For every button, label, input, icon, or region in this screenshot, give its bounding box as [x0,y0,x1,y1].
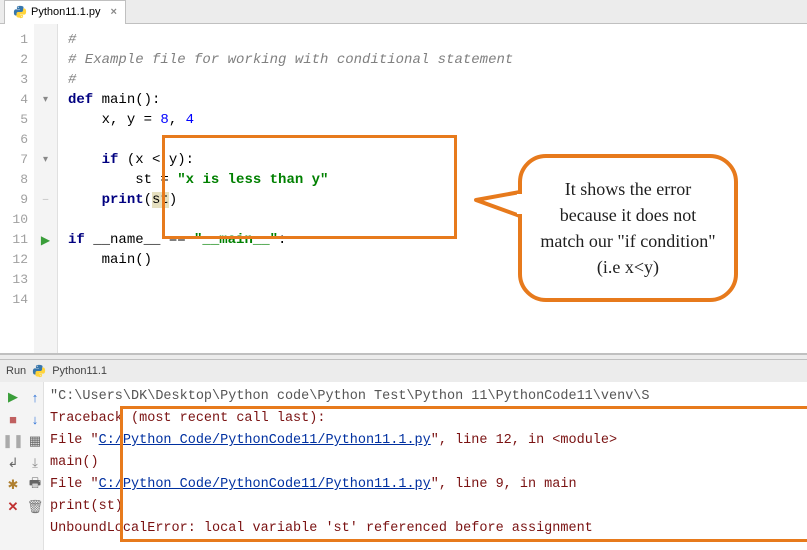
stop-button[interactable]: ■ [4,410,22,428]
traceback-code: main() [50,452,801,474]
traceback-line: File "C:/Python Code/PythonCode11/Python… [50,474,801,496]
console-output[interactable]: "C:\Users\DK\Desktop\Python code\Python … [44,382,807,550]
down-stack-button[interactable]: ↓ [26,410,44,428]
tab-filename: Python11.1.py [31,6,101,18]
python-file-icon [13,5,27,19]
rerun-button[interactable]: ▶ [4,388,22,406]
python-run-icon [32,364,46,378]
print-button[interactable]: 🖶 [26,476,44,494]
output-panel: ▶ ↑ ■ ↓ ❚❚ ▦ ↲ ⤓ ✱ 🖶 ✕ 🗑 "C:\Users\DK\De… [0,382,807,550]
line-number-gutter: 123 456 789 101112 1314 [0,24,34,353]
code-editor: 123 456 789 101112 1314 ▾ ▾ – ▶ # # Exam… [0,24,807,354]
run-config-name: Python11.1 [52,365,107,377]
fold-end-icon[interactable]: – [34,190,57,210]
fold-icon[interactable]: ▾ [34,150,57,170]
run-panel-header: Run Python11.1 [0,360,807,382]
pause-button[interactable]: ❚❚ [4,432,22,450]
command-line: "C:\Users\DK\Desktop\Python code\Python … [50,386,801,408]
editor-tab-bar: Python11.1.py × [0,0,807,24]
scroll-to-end-button[interactable]: ⤓ [26,454,44,472]
run-line-icon[interactable]: ▶ [34,230,57,250]
callout-tail-icon [474,186,522,222]
marker-gutter: ▾ ▾ – ▶ [34,24,58,353]
traceback-header: Traceback (most recent call last): [50,408,801,430]
output-toolbar: ▶ ↑ ■ ↓ ❚❚ ▦ ↲ ⤓ ✱ 🖶 ✕ 🗑 [0,382,44,550]
callout-text: It shows the error because it does not m… [518,154,738,302]
editor-tab[interactable]: Python11.1.py × [4,0,126,24]
error-message: UnboundLocalError: local variable 'st' r… [50,518,801,540]
traceback-code: print(st) [50,496,801,518]
up-stack-button[interactable]: ↑ [26,388,44,406]
debug-button[interactable]: ✱ [4,476,22,494]
tab-close-icon[interactable]: × [111,6,117,18]
traceback-file-link[interactable]: C:/Python Code/PythonCode11/Python11.1.p… [99,433,431,448]
run-label: Run [6,365,26,377]
soft-wrap-button[interactable]: ↲ [4,454,22,472]
close-panel-button[interactable]: ✕ [4,498,22,516]
code-area[interactable]: # # Example file for working with condit… [58,24,807,353]
annotation-callout: It shows the error because it does not m… [518,154,738,324]
layout-button[interactable]: ▦ [26,432,44,450]
traceback-line: File "C:/Python Code/PythonCode11/Python… [50,430,801,452]
fold-icon[interactable]: ▾ [34,90,57,110]
clear-button[interactable]: 🗑 [26,498,44,516]
traceback-file-link[interactable]: C:/Python Code/PythonCode11/Python11.1.p… [99,477,431,492]
